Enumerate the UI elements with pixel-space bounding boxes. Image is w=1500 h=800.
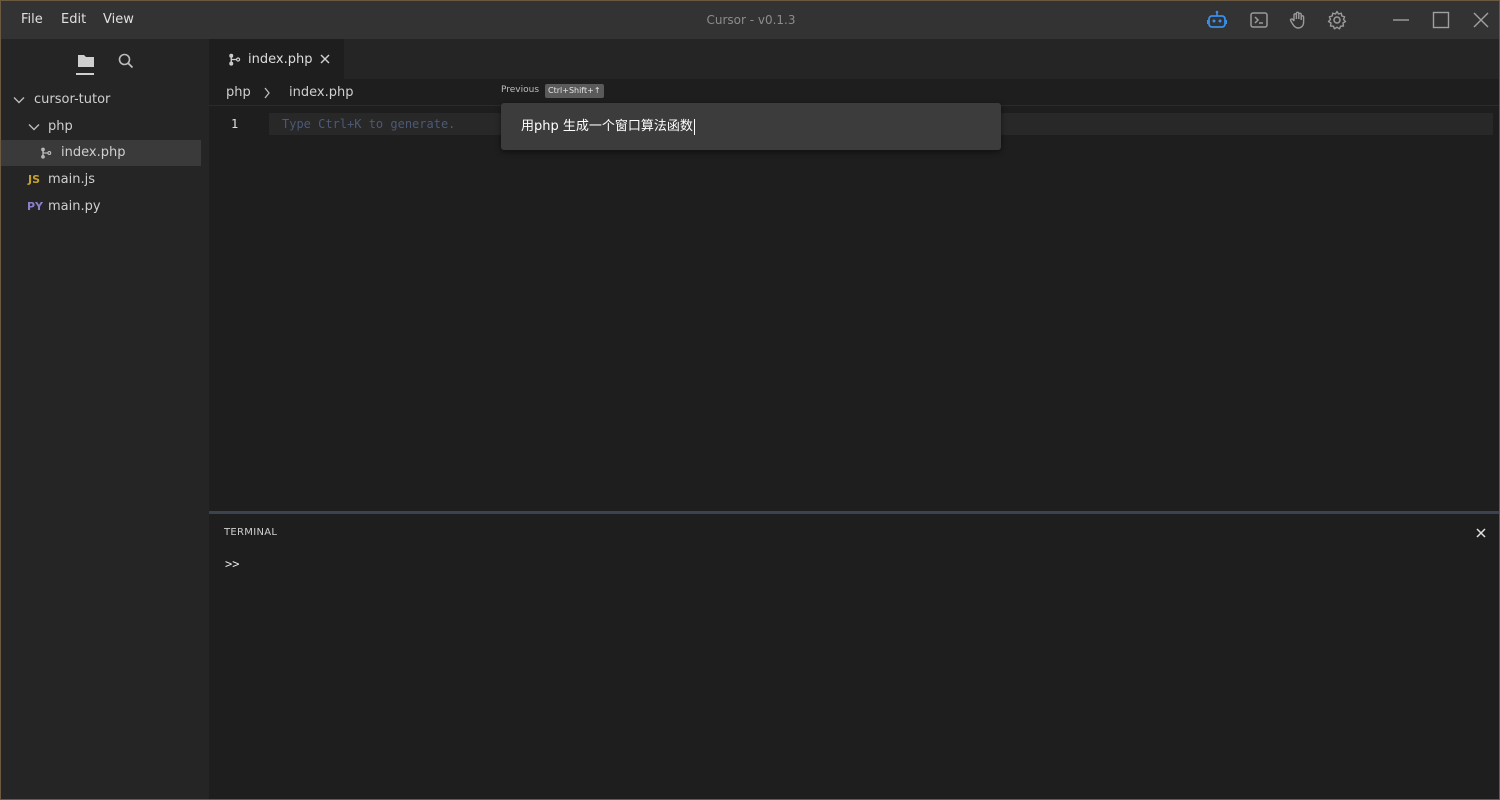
- tree-folder-cursor-tutor[interactable]: cursor-tutor: [1, 87, 201, 113]
- terminal-close-icon[interactable]: [1475, 527, 1487, 539]
- code-editor[interactable]: 1 Type Ctrl+K to generate.: [209, 106, 1499, 511]
- minimize-icon[interactable]: [1391, 10, 1411, 30]
- chevron-down-icon: [28, 124, 40, 131]
- terminal-prompt: >>: [225, 557, 240, 571]
- tree-file-main-py[interactable]: PY main.py: [1, 194, 201, 220]
- tree-label: cursor-tutor: [34, 92, 111, 107]
- gear-icon[interactable]: [1327, 10, 1347, 30]
- previous-label[interactable]: Previous: [501, 85, 539, 95]
- sidebar: cursor-tutor php index.php JS main.js PY…: [1, 39, 209, 799]
- maximize-icon[interactable]: [1431, 10, 1451, 30]
- window-title: Cursor - v0.1.3: [706, 13, 796, 27]
- title-bar: File Edit View Cursor - v0.1.3: [1, 1, 1499, 39]
- editor-placeholder: Type Ctrl+K to generate.: [282, 117, 456, 131]
- menu-view[interactable]: View: [103, 1, 134, 39]
- active-tab-indicator: [76, 73, 94, 75]
- app-window: File Edit View Cursor - v0.1.3 cursor-tu…: [0, 0, 1500, 800]
- robot-icon[interactable]: [1207, 10, 1227, 30]
- search-icon[interactable]: [116, 51, 136, 71]
- py-file-icon: PY: [27, 200, 44, 213]
- tree-label: main.js: [48, 172, 95, 187]
- prompt-input-value: 用php 生成一个窗口算法函数: [521, 119, 693, 134]
- terminal-icon[interactable]: [1249, 10, 1269, 30]
- text-caret: [693, 118, 695, 135]
- previous-shortcut-badge: Ctrl+Shift+↑: [545, 84, 604, 98]
- chevron-right-icon: [264, 87, 270, 99]
- prompt-input[interactable]: 用php 生成一个窗口算法函数: [521, 103, 695, 151]
- tree-label: index.php: [61, 145, 126, 160]
- tab-index-php[interactable]: index.php: [209, 39, 344, 79]
- terminal-title: TERMINAL: [224, 527, 278, 538]
- breadcrumb: php index.php: [209, 79, 1499, 107]
- tree-label: main.py: [48, 199, 101, 214]
- tree-file-main-js[interactable]: JS main.js: [1, 167, 201, 193]
- php-file-icon: [41, 147, 52, 159]
- folder-icon[interactable]: [76, 51, 96, 71]
- breadcrumb-item[interactable]: index.php: [289, 79, 353, 107]
- breadcrumb-item[interactable]: php: [226, 79, 251, 107]
- terminal-panel[interactable]: TERMINAL >>: [209, 514, 1499, 799]
- close-icon[interactable]: [1471, 10, 1491, 30]
- tree-label: php: [48, 119, 73, 134]
- tree-file-index-php[interactable]: index.php: [1, 140, 201, 166]
- line-number: 1: [231, 117, 239, 131]
- tree-folder-php[interactable]: php: [1, 114, 201, 140]
- menu-file[interactable]: File: [21, 1, 43, 39]
- menu-edit[interactable]: Edit: [61, 1, 86, 39]
- chevron-down-icon: [13, 97, 25, 104]
- tab-close-icon[interactable]: [319, 53, 331, 65]
- generate-prompt-box[interactable]: 用php 生成一个窗口算法函数: [501, 103, 1001, 150]
- php-file-icon: [229, 53, 241, 66]
- js-file-icon: JS: [28, 173, 41, 186]
- editor-tab-bar: index.php: [209, 39, 1499, 79]
- tab-label: index.php: [248, 52, 313, 67]
- hand-icon[interactable]: [1288, 10, 1308, 30]
